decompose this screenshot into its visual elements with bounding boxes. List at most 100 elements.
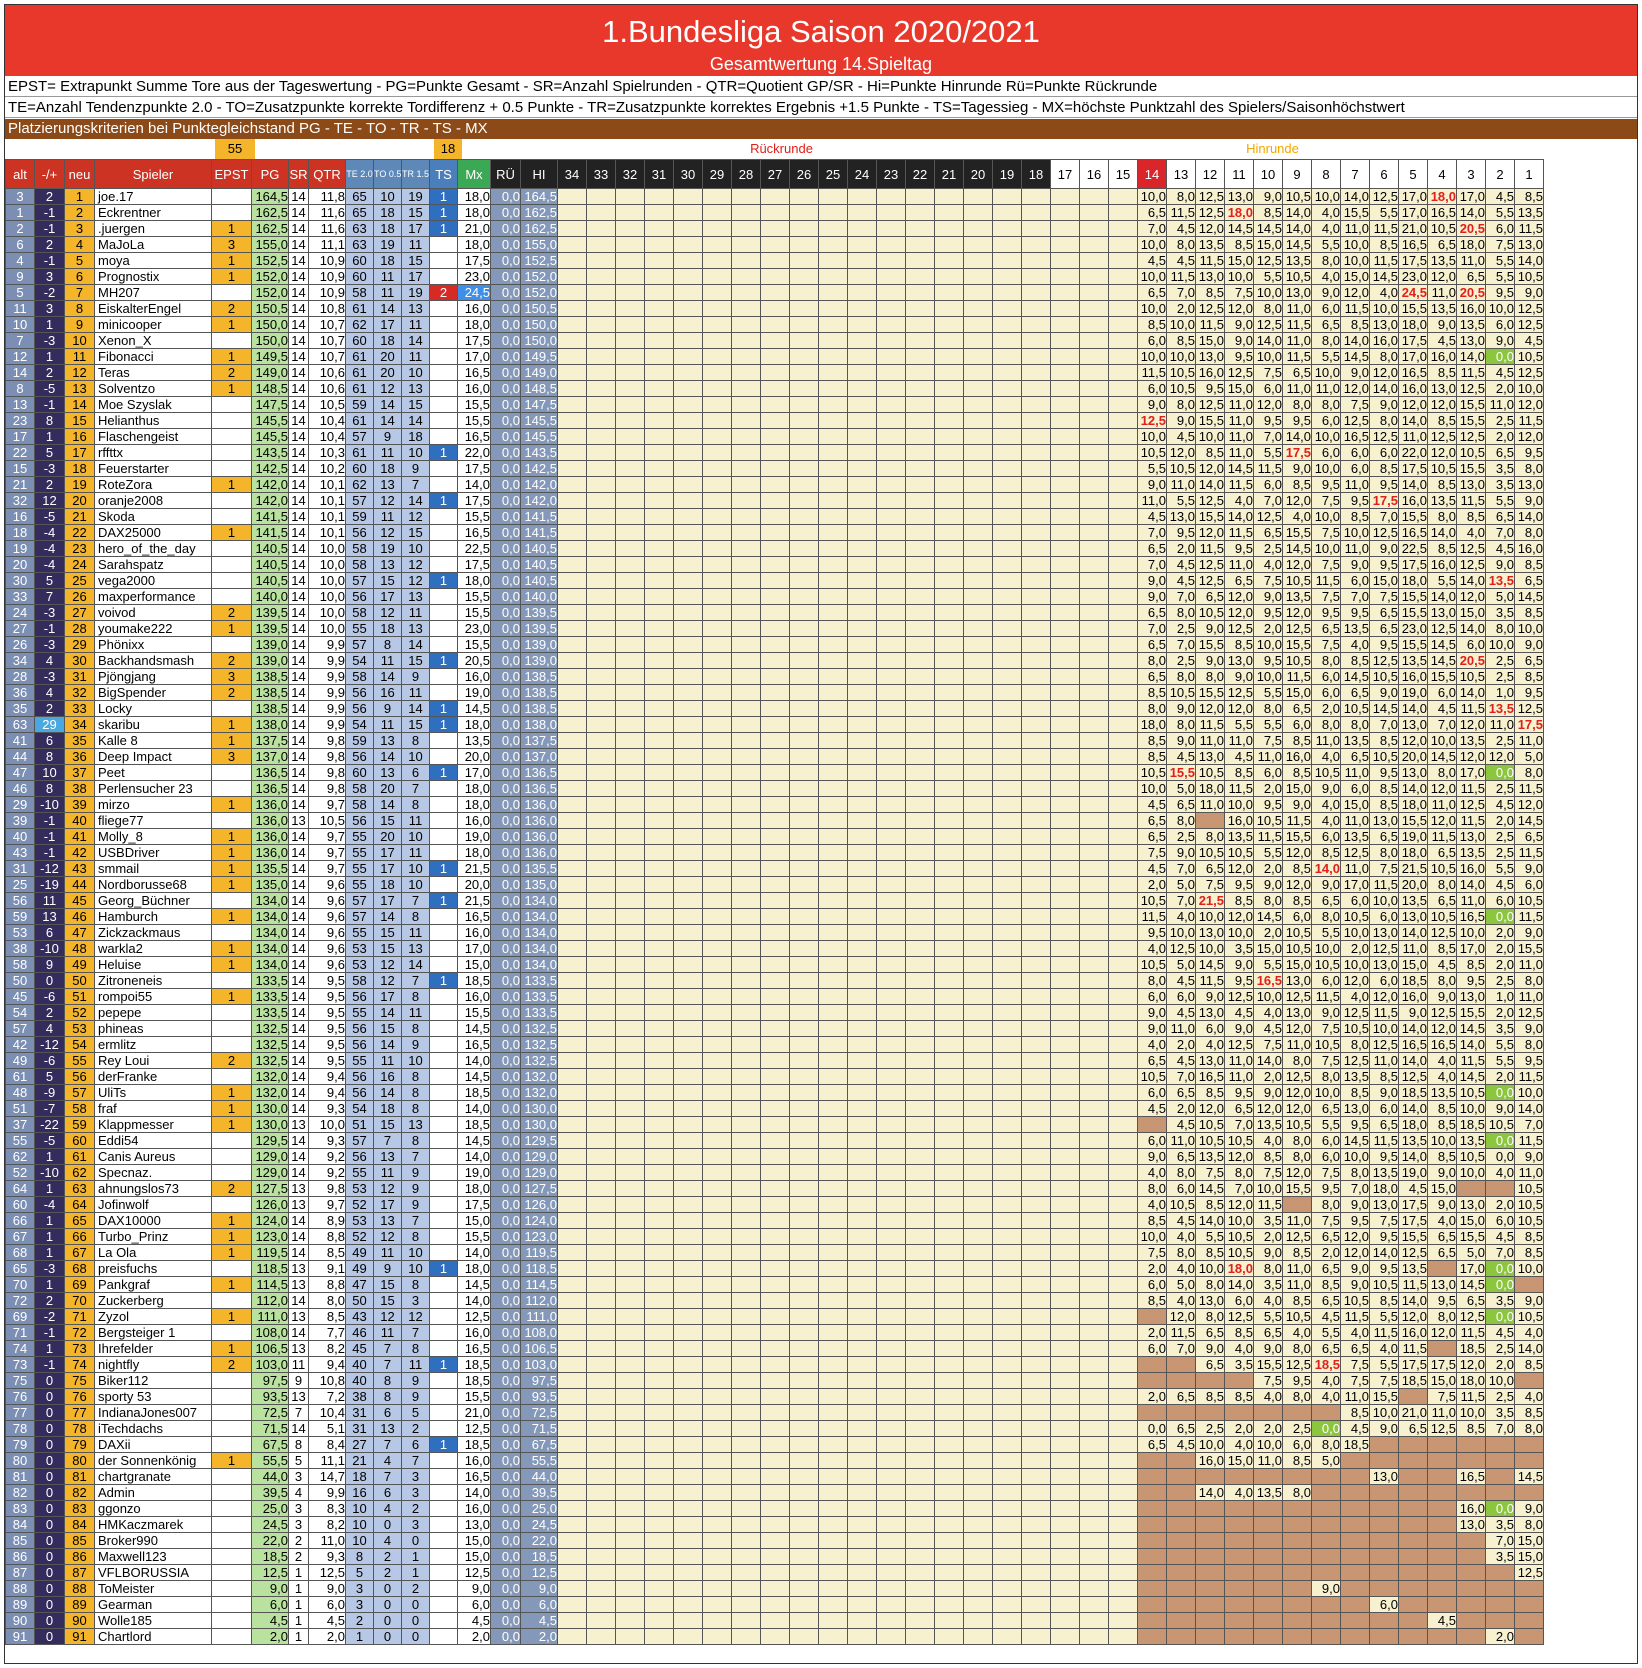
round-score: 12,0 <box>1282 1100 1312 1117</box>
empty-round-cell <box>702 1132 732 1149</box>
empty-round-cell <box>557 1548 587 1565</box>
max-score: 16,5 <box>457 364 491 381</box>
to-count: 14 <box>373 796 402 813</box>
empty-round-cell <box>905 668 935 685</box>
empty-round-cell <box>615 1116 645 1133</box>
empty-round-cell <box>1108 316 1138 333</box>
empty-round-cell <box>1079 684 1109 701</box>
alt-rank: 68 <box>5 1244 35 1261</box>
day-wins <box>429 1532 458 1549</box>
round-score: 10,5 <box>1282 188 1312 205</box>
empty-round-cell <box>789 700 819 717</box>
round-score: 17,0 <box>1456 940 1486 957</box>
empty-round-cell <box>557 1612 587 1629</box>
round-score: 6,5 <box>1253 524 1283 541</box>
day-wins <box>429 1052 458 1069</box>
empty-round-cell <box>702 1148 732 1165</box>
rank-change: 0 <box>34 1628 65 1645</box>
round-score: 3,5 <box>1485 460 1515 477</box>
rueckrunde-points: 0,0 <box>490 380 521 397</box>
empty-round-cell <box>934 268 964 285</box>
round-score: 8,0 <box>1485 620 1515 637</box>
empty-round-cell <box>789 1452 819 1469</box>
round-score: 2,0 <box>1485 1628 1515 1645</box>
empty-round-cell <box>992 380 1022 397</box>
empty-round-cell <box>963 684 993 701</box>
empty-round-cell <box>789 1612 819 1629</box>
empty-round-cell <box>615 1308 645 1325</box>
table-row: 71 -1 72 Bergsteiger 1 108,0 14 7,7 46 11 7 16,0 0,… <box>5 1324 1544 1341</box>
round-score: 6,0 <box>1340 892 1370 909</box>
round-score: 4,0 <box>1311 204 1341 221</box>
empty-round-cell <box>789 1420 819 1437</box>
to-count: 17 <box>373 988 402 1005</box>
hinrunde-points: 136,5 <box>520 780 558 797</box>
empty-round-cell <box>673 204 703 221</box>
empty-round-cell <box>615 924 645 941</box>
empty-round-cell <box>1050 316 1080 333</box>
round-score: 10,0 <box>1311 428 1341 445</box>
round-score: 15,5 <box>1253 1356 1283 1373</box>
empty-round-cell <box>818 684 848 701</box>
empty-round-cell <box>963 476 993 493</box>
day-wins <box>429 1340 458 1357</box>
round-score: 8,5 <box>1195 1388 1225 1405</box>
round-score: 9,0 <box>1195 620 1225 637</box>
empty-round-cell <box>644 1004 674 1021</box>
empty-round-cell <box>789 1404 819 1421</box>
day-wins <box>429 540 458 557</box>
round-score: 9,0 <box>1514 1292 1544 1309</box>
round-score <box>1514 1596 1544 1613</box>
empty-round-cell <box>847 748 877 765</box>
empty-round-cell <box>789 1532 819 1549</box>
round-score: 12,5 <box>1224 988 1254 1005</box>
alt-rank: 31 <box>5 860 35 877</box>
table-row: 17 1 16 Flaschengeist 145,5 14 10,4 57 9 18 16,5 0,… <box>5 428 1544 445</box>
new-rank: 38 <box>64 780 95 797</box>
empty-round-cell <box>586 524 616 541</box>
round-score: 10,5 <box>1369 1276 1399 1293</box>
empty-round-cell <box>673 492 703 509</box>
te-count: 10 <box>345 1516 374 1533</box>
epst: 1 <box>211 1276 252 1293</box>
empty-round-cell <box>702 1164 732 1181</box>
empty-round-cell <box>934 908 964 925</box>
round-score: 4,0 <box>1340 1324 1370 1341</box>
empty-round-cell <box>615 1356 645 1373</box>
empty-round-cell <box>905 844 935 861</box>
round-score: 14,0 <box>1398 1292 1428 1309</box>
empty-round-cell <box>934 1132 964 1149</box>
round-score: 6,5 <box>1485 508 1515 525</box>
empty-round-cell <box>760 364 790 381</box>
round-score: 10,5 <box>1224 844 1254 861</box>
rueckrunde-points: 0,0 <box>490 1180 521 1197</box>
hinrunde-points: 150,5 <box>520 300 558 317</box>
epst <box>211 1292 252 1309</box>
empty-round-cell <box>1108 1228 1138 1245</box>
empty-round-cell <box>644 316 674 333</box>
empty-round-cell <box>615 1372 645 1389</box>
tr-count: 8 <box>401 1084 430 1101</box>
empty-round-cell <box>818 1148 848 1165</box>
table-row: 4 -1 5 moya 1 152,5 14 10,9 60 18 15 17,5 0,0 152,5 4,… <box>5 252 1544 269</box>
empty-round-cell <box>876 236 906 253</box>
empty-round-cell <box>673 380 703 397</box>
empty-round-cell <box>992 428 1022 445</box>
to-count: 15 <box>373 572 402 589</box>
round-score: 12,0 <box>1427 268 1457 285</box>
to-count: 18 <box>373 252 402 269</box>
round-score: 7,5 <box>1253 732 1283 749</box>
round-score: 12,5 <box>1427 924 1457 941</box>
empty-round-cell <box>586 1340 616 1357</box>
te-count: 2 <box>345 1612 374 1629</box>
player-name: joe.17 <box>94 188 212 205</box>
round-score: 12,5 <box>1340 844 1370 861</box>
round-score: 8,0 <box>1427 1308 1457 1325</box>
round-score <box>1456 1532 1486 1549</box>
round-score: 12,5 <box>1195 492 1225 509</box>
quotient: 9,9 <box>308 1484 346 1501</box>
quotient: 10,1 <box>308 524 346 541</box>
empty-round-cell <box>673 1372 703 1389</box>
empty-round-cell <box>1050 1436 1080 1453</box>
empty-round-cell <box>1079 1196 1109 1213</box>
